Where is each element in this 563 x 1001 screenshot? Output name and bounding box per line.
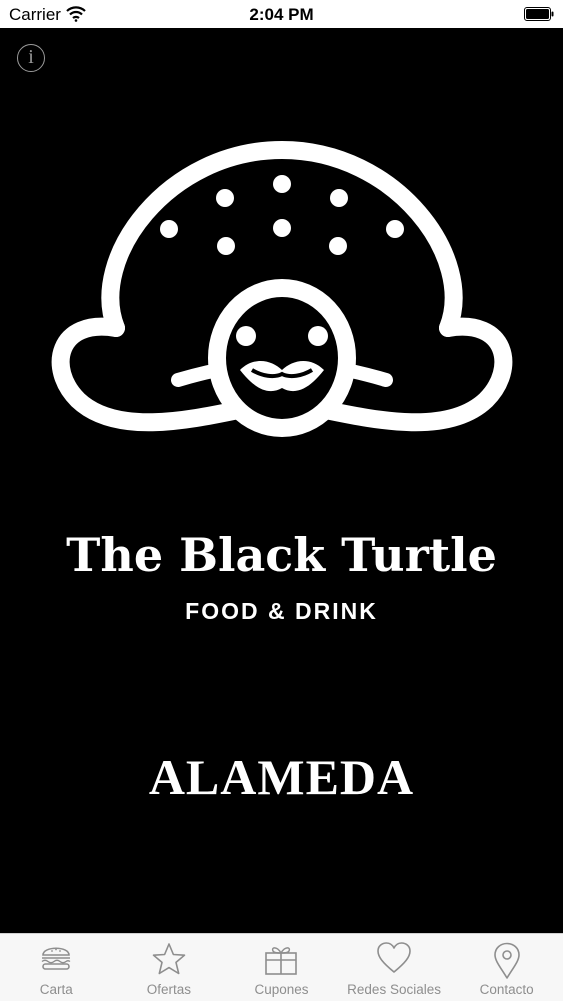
tab-cupones[interactable]: Cupones	[225, 934, 338, 1001]
battery-icon	[524, 7, 554, 21]
turtle-logo	[51, 140, 513, 437]
brand-tagline: FOOD & DRINK	[185, 598, 378, 624]
heart-icon	[377, 942, 411, 973]
tab-label: Ofertas	[146, 982, 192, 997]
brand-name: The Black Turtle	[66, 528, 497, 582]
map-pin-icon	[493, 942, 520, 979]
tab-bar: Carta Ofertas Cupones Redes Sociales Con…	[0, 933, 563, 1001]
star-icon	[152, 943, 186, 975]
tab-carta[interactable]: Carta	[0, 934, 113, 1001]
tab-label: Cupones	[254, 982, 309, 997]
clock: 2:04 PM	[249, 5, 314, 24]
burger-icon	[41, 947, 71, 970]
info-button[interactable]: i	[17, 44, 45, 72]
tab-label: Redes Sociales	[347, 982, 441, 997]
info-icon: i	[28, 46, 34, 68]
status-bar: Carrier 2:04 PM	[0, 0, 563, 28]
gift-icon	[265, 947, 298, 975]
tab-ofertas[interactable]: Ofertas	[113, 934, 226, 1001]
location-name: ALAMEDA	[148, 749, 415, 805]
tab-redes-sociales[interactable]: Redes Sociales	[338, 934, 451, 1001]
tab-label: Carta	[39, 982, 73, 997]
tab-contacto[interactable]: Contacto	[450, 934, 563, 1001]
splash-screen: i The Black Turtle FOOD & DRINK ALAMEDA	[0, 28, 563, 933]
tab-label: Contacto	[479, 982, 534, 997]
